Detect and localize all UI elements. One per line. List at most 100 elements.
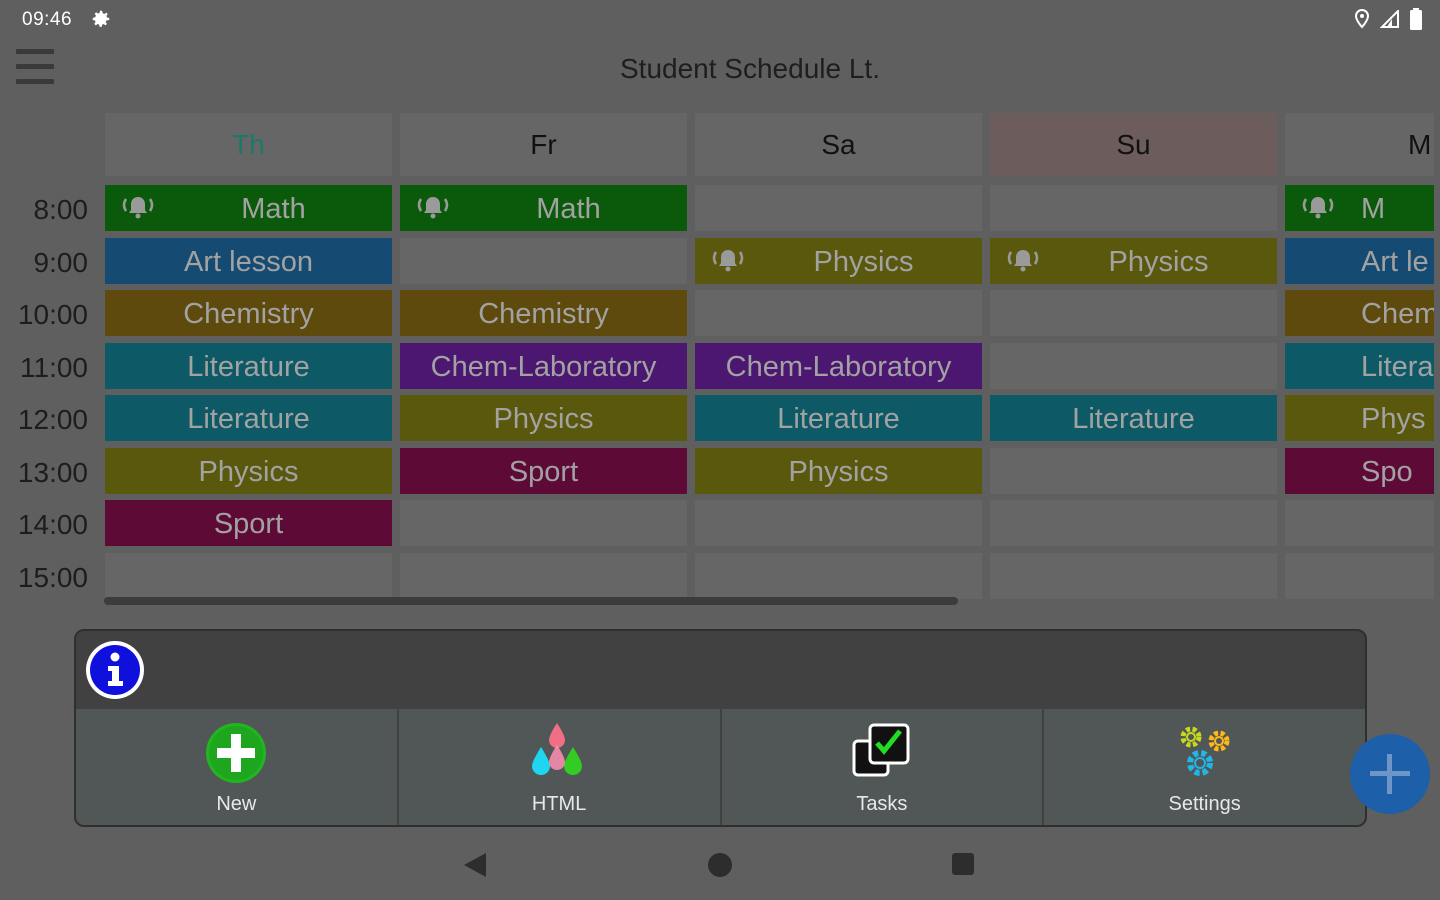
- alarm-bell-icon: [1302, 197, 1334, 219]
- empty-slot[interactable]: [400, 500, 687, 546]
- html-button-label: HTML: [531, 793, 587, 815]
- day-header-1[interactable]: Fr: [400, 113, 687, 176]
- action-bar: New HTML Tasks Settings: [76, 709, 1365, 825]
- lesson-label: Literature: [187, 351, 310, 383]
- lesson-label: Math: [241, 193, 306, 225]
- lesson-label: Physics: [788, 456, 889, 488]
- lesson-label: Phys: [1361, 403, 1426, 435]
- empty-slot[interactable]: [990, 290, 1277, 336]
- lesson-cell[interactable]: Litera: [1285, 343, 1434, 389]
- settings-button-label: Settings: [1168, 793, 1241, 815]
- lesson-label: Chem-Laboratory: [725, 351, 952, 383]
- lesson-cell[interactable]: Spo: [1285, 448, 1434, 494]
- lesson-cell[interactable]: Chem-Laboratory: [400, 343, 687, 389]
- day-header-2[interactable]: Sa: [695, 113, 982, 176]
- app-title: Student Schedule Lt.: [620, 53, 880, 84]
- lesson-label: Sport: [213, 508, 284, 540]
- back-icon[interactable]: [462, 851, 488, 879]
- day-header-4[interactable]: M: [1285, 113, 1434, 176]
- lesson-cell[interactable]: Physics: [400, 395, 687, 441]
- day-header-0[interactable]: Th: [105, 113, 392, 176]
- lesson-cell[interactable]: Art lesson: [105, 238, 392, 284]
- lesson-label: Math: [536, 193, 601, 225]
- lesson-cell[interactable]: Phys: [1285, 395, 1434, 441]
- empty-slot[interactable]: [105, 553, 392, 599]
- time-label-0: 8:00: [33, 194, 89, 225]
- lesson-label: Physics: [813, 246, 914, 278]
- lesson-label: Art lesson: [184, 246, 313, 278]
- lesson-label: Chemistry: [478, 298, 609, 330]
- tasks-button[interactable]: Tasks: [721, 709, 1045, 825]
- lesson-cell[interactable]: Physics: [695, 448, 982, 494]
- lesson-cell[interactable]: Math: [400, 185, 687, 231]
- lesson-cell[interactable]: Physics: [990, 238, 1277, 284]
- empty-slot[interactable]: [695, 185, 982, 231]
- empty-slot[interactable]: [990, 553, 1277, 599]
- location-icon: [1354, 9, 1370, 29]
- lesson-cell[interactable]: Chem: [1285, 290, 1434, 336]
- lesson-label: Physics: [493, 403, 594, 435]
- tasks-button-label: Tasks: [856, 793, 908, 815]
- time-label-1: 9:00: [33, 247, 89, 278]
- system-nav-bar: [0, 840, 1440, 900]
- lesson-cell[interactable]: Literature: [105, 343, 392, 389]
- alarm-bell-icon: [712, 250, 744, 272]
- alarm-bell-icon: [1007, 250, 1039, 272]
- lesson-label: Physics: [1108, 246, 1209, 278]
- lesson-cell[interactable]: M: [1285, 185, 1434, 231]
- empty-slot[interactable]: [695, 500, 982, 546]
- plus-icon: [1370, 754, 1410, 794]
- empty-slot[interactable]: [1285, 500, 1434, 546]
- lesson-cell[interactable]: Chemistry: [400, 290, 687, 336]
- lesson-label: Chemistry: [183, 298, 314, 330]
- day-header-3[interactable]: Su: [990, 113, 1277, 176]
- lesson-cell[interactable]: Literature: [990, 395, 1277, 441]
- empty-slot[interactable]: [400, 238, 687, 284]
- lesson-cell[interactable]: Art le: [1285, 238, 1434, 284]
- horizontal-scrollbar[interactable]: [104, 597, 958, 605]
- time-label-7: 15:00: [17, 562, 88, 593]
- lesson-cell[interactable]: Sport: [105, 500, 392, 546]
- time-label-5: 13:00: [17, 457, 88, 488]
- lesson-label: Literature: [1072, 403, 1195, 435]
- empty-slot[interactable]: [990, 448, 1277, 494]
- color-drops-icon: [532, 723, 583, 775]
- settings-button[interactable]: Settings: [1044, 709, 1365, 825]
- lesson-label: Chem: [1361, 298, 1434, 330]
- empty-slot[interactable]: [990, 500, 1277, 546]
- lesson-label: Litera: [1361, 351, 1434, 383]
- settings-gear-icon: [92, 10, 110, 27]
- add-fab-button[interactable]: [1350, 734, 1430, 814]
- lesson-cell[interactable]: Physics: [105, 448, 392, 494]
- home-icon[interactable]: [708, 853, 732, 877]
- alarm-bell-icon: [122, 197, 154, 219]
- lesson-label: Sport: [508, 456, 579, 488]
- new-button-label: New: [216, 793, 257, 815]
- html-button[interactable]: HTML: [398, 709, 722, 825]
- lesson-cell[interactable]: Math: [105, 185, 392, 231]
- lesson-cell[interactable]: Sport: [400, 448, 687, 494]
- alarm-bell-icon: [417, 197, 449, 219]
- lesson-label: Art le: [1361, 246, 1429, 278]
- new-button[interactable]: New: [76, 709, 399, 825]
- lesson-cell[interactable]: Chemistry: [105, 290, 392, 336]
- lesson-cell[interactable]: Chem-Laboratory: [695, 343, 982, 389]
- empty-slot[interactable]: [695, 553, 982, 599]
- empty-slot[interactable]: [1285, 553, 1434, 599]
- lesson-cell[interactable]: Literature: [695, 395, 982, 441]
- bottom-panel: New HTML Tasks Settings: [74, 629, 1367, 827]
- empty-slot[interactable]: [400, 553, 687, 599]
- lesson-label: Chem-Laboratory: [430, 351, 657, 383]
- recent-apps-icon[interactable]: [952, 853, 974, 875]
- empty-slot[interactable]: [990, 185, 1277, 231]
- empty-slot[interactable]: [990, 343, 1277, 389]
- gears-icon: [1180, 726, 1230, 776]
- lesson-cell[interactable]: Literature: [105, 395, 392, 441]
- lesson-cell[interactable]: Physics: [695, 238, 982, 284]
- info-icon[interactable]: [84, 639, 146, 701]
- plus-circle-icon: [206, 723, 267, 783]
- tasks-checkbox-icon: [852, 723, 910, 777]
- empty-slot[interactable]: [695, 290, 982, 336]
- signal-icon: [1380, 10, 1399, 28]
- time-label-6: 14:00: [17, 509, 88, 540]
